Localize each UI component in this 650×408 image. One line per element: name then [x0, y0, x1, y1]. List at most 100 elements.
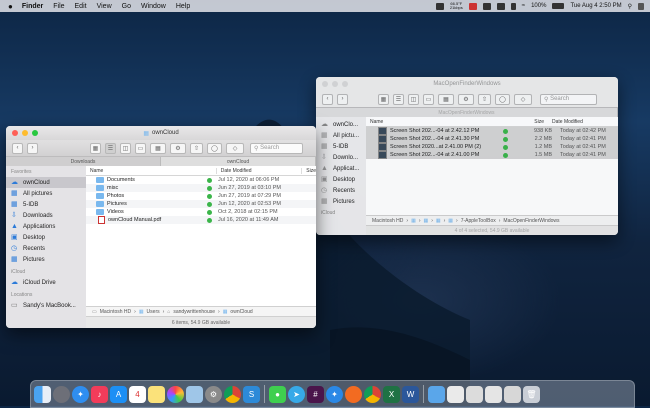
firefox-icon[interactable] — [345, 385, 362, 403]
search-icon[interactable]: ⚲ — [628, 3, 632, 10]
slack-icon[interactable]: # — [307, 385, 324, 403]
system-preferences-icon[interactable]: ⚙ — [205, 385, 222, 403]
sidebar-item-pictures[interactable]: ▦ Pictures — [6, 254, 86, 265]
list-view-button[interactable]: ☰ — [105, 142, 116, 154]
file-row[interactable]: Photos Jun 27, 2019 at 07:29 PM — [86, 192, 316, 200]
column-date-modified[interactable]: Date Modified — [548, 119, 583, 125]
file-row[interactable]: Documents Jul 12, 2020 at 06:06 PM — [86, 176, 316, 184]
compass-icon[interactable]: ✦ — [326, 385, 343, 403]
sidebar-item-recents[interactable]: ◷ Recents — [6, 243, 86, 254]
menu-view[interactable]: View — [97, 3, 112, 10]
group-button[interactable]: ▦ — [438, 93, 454, 105]
snagit-icon[interactable]: S — [243, 385, 260, 403]
sidebar-item-5-idb[interactable]: ▦ 5-IDB — [316, 141, 366, 152]
gallery-view-button[interactable]: ▭ — [423, 93, 434, 105]
search-field[interactable]: ⚲ Search — [250, 142, 303, 154]
path-item[interactable]: Users — [147, 309, 160, 315]
action-gear-button[interactable]: ⚙ — [170, 142, 186, 154]
safari-icon[interactable]: ✦ — [72, 385, 89, 403]
menu-edit[interactable]: Edit — [75, 3, 87, 10]
menu-help[interactable]: Help — [176, 3, 190, 10]
word-icon[interactable]: W — [402, 385, 419, 403]
app-store-icon[interactable]: A — [110, 385, 127, 403]
apple-menu-icon[interactable]: ● — [8, 2, 13, 11]
screen-icon[interactable] — [496, 2, 505, 10]
sidebar-item-recents[interactable]: ◷ Recents — [316, 185, 366, 196]
photos-icon[interactable] — [167, 385, 184, 403]
file-row[interactable]: Pictures Jun 12, 2020 at 02:53 PM — [86, 200, 316, 208]
back-button[interactable]: ‹ — [12, 142, 23, 154]
stack4-icon[interactable] — [504, 385, 521, 403]
clock[interactable]: Tue Aug 4 2:50 PM — [570, 3, 621, 9]
icon-view-button[interactable]: ▦ — [378, 93, 389, 105]
launchpad-icon[interactable] — [53, 385, 70, 403]
window-titlebar[interactable]: MacOpenFinderWindows — [316, 77, 618, 91]
column-view-button[interactable]: ◫ — [120, 142, 131, 154]
menu-window[interactable]: Window — [141, 3, 166, 10]
calendar-icon[interactable]: 4 — [129, 385, 146, 403]
forward-button[interactable]: › — [27, 142, 38, 154]
share-button[interactable]: ⇧ — [478, 93, 491, 105]
dropbox-button[interactable]: ◇ — [226, 142, 244, 154]
list-view-button[interactable]: ☰ — [393, 93, 404, 105]
excel-icon[interactable]: X — [383, 385, 400, 403]
column-view-button[interactable]: ◫ — [408, 93, 419, 105]
sidebar-item-all-pictures[interactable]: ▦ All pictures — [6, 188, 86, 199]
back-button[interactable]: ‹ — [322, 93, 333, 105]
sidebar-item-applications[interactable]: ▲ Applications — [6, 221, 86, 232]
sidebar-item-owncloud[interactable]: ☁ ownClo... — [316, 119, 366, 130]
battery-percent[interactable]: 100% — [531, 3, 546, 9]
control-center-icon[interactable] — [638, 2, 644, 10]
network-stats[interactable]: 66.5°F 21kbps — [450, 2, 463, 10]
icon-view-button[interactable]: ▦ — [90, 142, 101, 154]
stack3-icon[interactable] — [485, 385, 502, 403]
file-row[interactable]: Screen Shot 202...-04 at 2.41.00 PM 1.5 … — [366, 151, 618, 159]
sidebar-item-desktop[interactable]: ▣ Desktop — [316, 174, 366, 185]
close-button[interactable] — [322, 81, 328, 87]
minimize-button[interactable] — [332, 81, 338, 87]
path-item[interactable]: ownCloud — [230, 309, 252, 315]
zoom-button[interactable] — [32, 130, 38, 136]
bluetooth-icon[interactable] — [510, 2, 516, 10]
chrome-icon[interactable] — [224, 385, 241, 403]
wifi-icon[interactable]: ≈ — [522, 3, 525, 9]
column-name[interactable]: Name — [366, 119, 500, 125]
sidebar-item-downloads[interactable]: ⇩ Downlo... — [316, 152, 366, 163]
sidebar-item-icloud-drive[interactable]: ☁ iCloud Drive — [6, 277, 86, 288]
search-field[interactable]: ⚲ Search — [540, 93, 597, 105]
action-gear-button[interactable]: ⚙ — [458, 93, 474, 105]
window-titlebar[interactable]: ▦ ownCloud — [6, 126, 316, 140]
music-icon[interactable]: ♪ — [91, 385, 108, 403]
sidebar-item-applications[interactable]: ▲ Applicat... — [316, 163, 366, 174]
column-size[interactable]: Size — [500, 119, 548, 125]
close-button[interactable] — [12, 130, 18, 136]
chrome2-icon[interactable] — [364, 385, 381, 403]
dropbox-icon[interactable] — [435, 2, 444, 10]
file-row[interactable]: Screen Shot 202...-04 at 2.41.30 PM 2.2 … — [366, 135, 618, 143]
column-size[interactable]: Size — [301, 167, 316, 174]
path-item[interactable]: 7-AppleToolBox — [461, 218, 496, 224]
finder-icon[interactable] — [34, 385, 51, 403]
fantastical-icon[interactable] — [468, 2, 477, 10]
telegram-icon[interactable]: ➤ — [288, 385, 305, 403]
menu-go[interactable]: Go — [122, 3, 131, 10]
sidebar-item-macbook[interactable]: ▭ Sandy's MacBook... — [6, 300, 86, 311]
tags-button[interactable]: ◯ — [495, 93, 510, 105]
group-button[interactable]: ▦ — [150, 142, 166, 154]
menu-file[interactable]: File — [53, 3, 64, 10]
downloads-folder-icon[interactable] — [428, 385, 445, 403]
file-row[interactable]: Screen Shot 202...-04 at 2.42.12 PM 938 … — [366, 127, 618, 135]
minimize-button[interactable] — [22, 130, 28, 136]
path-item[interactable]: Macintosh HD — [372, 218, 403, 224]
dropbox-button[interactable]: ◇ — [514, 93, 532, 105]
sidebar-item-pictures[interactable]: ▦ Pictures — [316, 196, 366, 207]
zoom-button[interactable] — [342, 81, 348, 87]
notes-icon[interactable] — [148, 385, 165, 403]
stack2-icon[interactable] — [466, 385, 483, 403]
sidebar-item-owncloud[interactable]: ☁ ownCloud — [6, 177, 86, 188]
file-row[interactable]: Screen Shot 2020...at 2.41.00 PM (2) 1.2… — [366, 143, 618, 151]
column-name[interactable]: Name — [86, 168, 216, 174]
sidebar-item-5-idb[interactable]: ▦ 5-IDB — [6, 199, 86, 210]
share-button[interactable]: ⇧ — [190, 142, 203, 154]
column-date-modified[interactable]: Date Modified — [215, 167, 302, 174]
